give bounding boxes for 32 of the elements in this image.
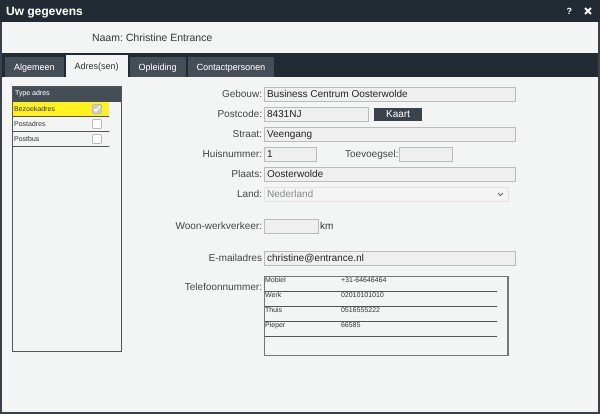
building-field[interactable]: Business Centrum Oosterwolde [264,87,516,102]
field-label: Telefoonnummer: [184,282,263,293]
tab[interactable]: Adres(sen) [66,55,128,77]
field-label: Woon-werkverkeer: [174,221,263,232]
city-field[interactable]: Oosterwolde [264,167,516,182]
map-button[interactable]: Kaart [374,108,422,121]
help-button[interactable]: ? [564,6,574,16]
field-label: E-mailadres [208,253,263,264]
field-label: Land: [236,189,263,200]
name-text: Naam: Christine Entrance [92,32,212,44]
tab[interactable]: Opleiding [130,57,186,77]
commute-field[interactable] [264,219,319,234]
unit-label: km [320,221,334,232]
house-number-field[interactable]: 1 [264,147,317,162]
close-icon[interactable] [584,7,592,15]
tab[interactable]: Algemeen [5,57,64,77]
chevron-down-icon [497,192,504,197]
postcode-field[interactable]: 8431NJ [264,107,369,122]
window-title: Uw gegevens [6,4,84,18]
checkbox[interactable] [92,104,102,114]
field-label: Postcode: [216,109,263,120]
checkbox[interactable] [92,119,102,129]
field-label: Straat: [232,129,263,140]
checkbox[interactable] [92,134,102,144]
addition-field[interactable] [399,147,454,162]
field-label: Plaats: [230,169,263,180]
tab[interactable]: Contactpersonen [188,57,274,77]
field-label: Toevoegsel: [345,149,398,160]
street-field[interactable]: Veengang [264,127,516,142]
field-label: Gebouw: [220,89,263,100]
email-field[interactable]: christine@entrance.nl [264,251,516,266]
field-label: Huisnummer: [202,149,263,160]
